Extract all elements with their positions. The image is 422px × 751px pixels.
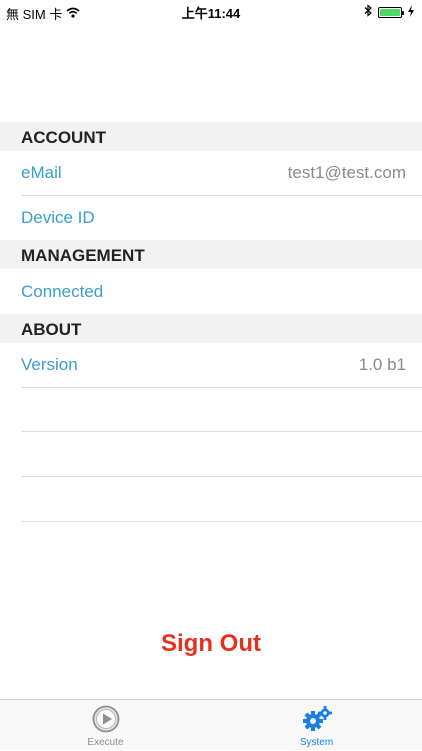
separator xyxy=(21,387,422,388)
connected-label: Connected xyxy=(21,282,104,301)
gears-icon xyxy=(301,705,333,738)
bluetooth-icon xyxy=(364,4,372,20)
connected-row[interactable]: Connected xyxy=(0,269,422,314)
status-time: 上午11:44 xyxy=(181,6,241,21)
separator xyxy=(21,521,422,522)
charging-icon xyxy=(408,4,414,20)
battery-icon xyxy=(378,6,404,18)
device-id-row[interactable]: Device ID xyxy=(0,196,422,240)
version-value: 1.0 b1 xyxy=(358,355,406,374)
version-row[interactable]: Version 1.0 b1 xyxy=(0,343,422,387)
sign-out-button[interactable]: Sign Out xyxy=(0,630,422,658)
email-value: test1@test.com xyxy=(287,163,406,182)
email-row[interactable]: eMail test1@test.com xyxy=(0,151,422,195)
version-label: Version xyxy=(21,355,78,374)
section-header-management: MANAGEMENT xyxy=(0,240,422,269)
play-circle-icon xyxy=(92,705,120,738)
section-header-about: ABOUT xyxy=(0,314,422,343)
tab-execute-label: Execute xyxy=(87,737,124,748)
status-right xyxy=(364,4,414,20)
section-header-account: ACCOUNT xyxy=(0,122,422,151)
tab-system-label: System xyxy=(299,737,334,748)
email-label: eMail xyxy=(21,163,62,182)
battery-cap xyxy=(402,10,404,15)
tab-execute[interactable]: Execute xyxy=(0,700,211,751)
tab-system[interactable]: System xyxy=(211,700,422,751)
device-id-label: Device ID xyxy=(21,208,95,227)
separator xyxy=(21,476,422,477)
battery-level xyxy=(380,8,400,16)
status-bar: 無 SIM 卡 上午11:44 xyxy=(0,0,422,22)
separator xyxy=(21,431,422,432)
tab-bar: Execute System xyxy=(0,699,422,750)
